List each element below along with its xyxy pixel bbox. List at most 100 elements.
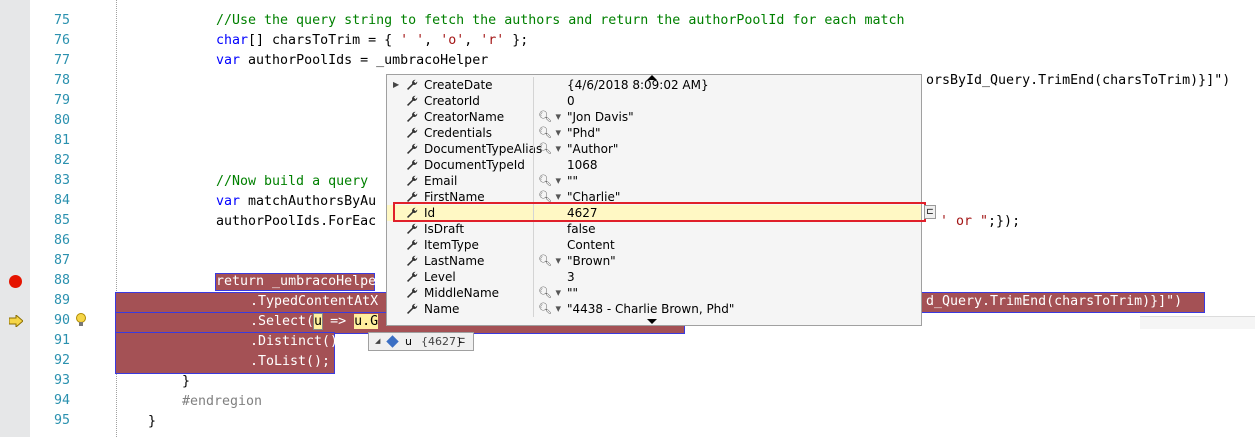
column-divider (533, 125, 534, 141)
text-visualizer-icon[interactable]: 🔍︎ ▾ (538, 125, 561, 141)
code-text: orsById_Query.TrimEnd(charsToTrim)}]") (926, 73, 1231, 88)
code-line-77: var authorPoolIds = _umbracoHelper (216, 53, 488, 69)
horizontal-scroll-area[interactable] (1140, 316, 1255, 329)
code-text: .Select( (250, 314, 315, 329)
code-line-85-tail: ' or ";}); (940, 214, 1020, 230)
code-line-76: char[] charsToTrim = { ' ', 'o', 'r' }; (216, 33, 528, 49)
datatip-row[interactable]: LastName 🔍︎ ▾ "Brown" (387, 253, 921, 269)
property-name: DocumentTypeId (424, 158, 525, 172)
pin-icon[interactable]: ⊏ (458, 333, 466, 350)
current-expression[interactable]: u.G (354, 314, 379, 329)
code-line-91: .Distinct() (250, 334, 338, 350)
column-divider (533, 221, 534, 237)
property-wrench-icon (406, 127, 418, 139)
property-wrench-icon (406, 223, 418, 235)
code-line-75: //Use the query string to fetch the auth… (216, 13, 904, 29)
property-name: CreatorId (424, 94, 480, 108)
property-wrench-icon (406, 239, 418, 251)
column-divider (533, 109, 534, 125)
code-text: => (322, 314, 355, 329)
property-value[interactable]: Content (567, 237, 615, 253)
property-name: CreateDate (424, 78, 493, 92)
property-value[interactable]: "Jon Davis" (567, 109, 634, 125)
code-line-89-tail: d_Query.TrimEnd(charsToTrim)}]") (926, 294, 1182, 310)
property-value[interactable]: "" (567, 173, 578, 189)
property-name: Level (424, 270, 456, 284)
datatip-row[interactable]: ▶ CreateDate {4/6/2018 8:09:02 AM} (387, 77, 921, 93)
property-wrench-icon (406, 95, 418, 107)
text-visualizer-icon[interactable]: 🔍︎ ▾ (538, 109, 561, 125)
property-wrench-icon (406, 159, 418, 171)
datatip-row[interactable]: IsDraft false (387, 221, 921, 237)
column-divider (533, 173, 534, 189)
code-line-85: authorPoolIds.ForEac (216, 214, 376, 230)
datatip-row[interactable]: MiddleName 🔍︎ ▾ "" (387, 285, 921, 301)
text-visualizer-icon[interactable]: 🔍︎ ▾ (538, 301, 561, 317)
property-value[interactable]: 0 (567, 93, 575, 109)
lambda-param[interactable]: u (313, 313, 324, 330)
property-name: IsDraft (424, 222, 465, 236)
text-visualizer-icon[interactable]: 🔍︎ ▾ (538, 285, 561, 301)
code-text: [] charsToTrim = { (248, 33, 401, 48)
property-wrench-icon (406, 303, 418, 315)
code-text: authorPoolIds.ForEac (216, 214, 377, 229)
text-visualizer-icon[interactable]: 🔍︎ ▾ (538, 141, 561, 157)
datatip-popup[interactable]: ▶ CreateDate {4/6/2018 8:09:02 AM} CreatorI… (386, 74, 922, 326)
string-literal: 'r' (480, 33, 505, 48)
expand-icon[interactable]: ▶ (393, 77, 399, 93)
property-value[interactable]: 3 (567, 269, 575, 285)
code-text: d_Query.TrimEnd(charsToTrim)}]") (926, 294, 1183, 309)
code-text: } (148, 414, 157, 429)
string-literal: ' ' (400, 33, 425, 48)
property-name: CreatorName (424, 110, 505, 124)
column-divider (533, 141, 534, 157)
property-value[interactable]: false (567, 221, 596, 237)
property-value[interactable]: "Brown" (567, 253, 616, 269)
code-text: .ToList(); (250, 354, 331, 369)
highlight-box (393, 202, 926, 222)
expand-icon[interactable]: ◢ (375, 333, 380, 350)
code-line-94: #endregion (182, 394, 262, 410)
datatip-row[interactable]: Name 🔍︎ ▾ "4438 - Charlie Brown, Phd" (387, 301, 921, 317)
string-literal: 'o' (440, 33, 465, 48)
column-divider (533, 253, 534, 269)
property-value[interactable]: "" (567, 285, 578, 301)
datatip-row[interactable]: DocumentTypeAlias 🔍︎ ▾ "Author" (387, 141, 921, 157)
string-literal: ' or " (940, 214, 989, 229)
text-visualizer-icon[interactable]: 🔍︎ ▾ (538, 253, 561, 269)
text-visualizer-icon[interactable]: 🔍︎ ▾ (538, 173, 561, 189)
small-tip-value: {4627} (421, 335, 463, 348)
column-divider (533, 285, 534, 301)
datatip-row[interactable]: Level 3 (387, 269, 921, 285)
code-text: , (424, 33, 441, 48)
property-name: ItemType (424, 238, 479, 252)
code-line-83: //Now build a query (216, 174, 368, 190)
property-value[interactable]: 1068 (567, 157, 598, 173)
small-datatip[interactable]: ◢ u {4627} ⊏ (368, 332, 474, 351)
code-line-90: .Select(u => u.G (250, 313, 379, 330)
comment-text: //Now build a query (216, 174, 369, 189)
datatip-row[interactable]: CreatorId 0 (387, 93, 921, 109)
code-line-78: orsById_Query.TrimEnd(charsToTrim)}]") (926, 73, 1230, 89)
column-divider (533, 157, 534, 173)
code-text: ;}); (988, 214, 1021, 229)
property-value[interactable]: "Author" (567, 141, 618, 157)
datatip-row[interactable]: ItemType Content (387, 237, 921, 253)
datatip-row[interactable]: DocumentTypeId 1068 (387, 157, 921, 173)
code-text: }; (504, 33, 529, 48)
datatip-row[interactable]: CreatorName 🔍︎ ▾ "Jon Davis" (387, 109, 921, 125)
datatip-scroll-down[interactable] (387, 317, 921, 325)
property-name: Email (424, 174, 458, 188)
column-divider (533, 93, 534, 109)
scroll-down-icon (647, 319, 657, 324)
preprocessor-directive: #endregion (182, 394, 263, 409)
property-value[interactable]: "4438 - Charlie Brown, Phd" (567, 301, 734, 317)
property-value[interactable]: "Phd" (567, 125, 601, 141)
code-text: matchAuthorsByAu (240, 194, 377, 209)
datatip-row[interactable]: Email 🔍︎ ▾ "" (387, 173, 921, 189)
pin-icon[interactable]: ⊏ (924, 205, 936, 219)
code-line-92: .ToList(); (250, 354, 330, 370)
datatip-row[interactable]: Credentials 🔍︎ ▾ "Phd" (387, 125, 921, 141)
property-value[interactable]: {4/6/2018 8:09:02 AM} (567, 77, 709, 93)
property-wrench-icon (406, 271, 418, 283)
